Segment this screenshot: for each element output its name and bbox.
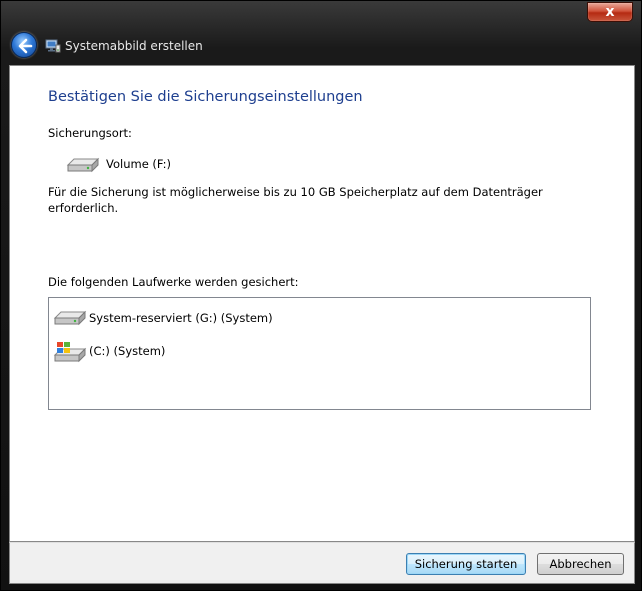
button-bar: Sicherung starten Abbrechen	[9, 542, 635, 584]
backup-app-icon	[45, 39, 61, 53]
drives-list-label: Die folgenden Laufwerke werden gesichert…	[48, 275, 299, 289]
close-button[interactable]: x	[587, 2, 633, 22]
backup-location-label: Sicherungsort:	[48, 126, 132, 140]
page-title: Bestätigen Sie die Sicherungseinstellung…	[48, 89, 363, 105]
hard-drive-icon	[66, 157, 100, 173]
drive-label: (C:) (System)	[89, 344, 166, 358]
content-panel: Bestätigen Sie die Sicherungseinstellung…	[9, 65, 635, 542]
list-item: System-reserviert (G:) (System)	[53, 308, 533, 332]
window-frame: x Systemabbild erstellen Bestätigen Sie …	[0, 0, 642, 591]
hard-drive-icon	[53, 310, 87, 326]
backup-location-drive: Volume (F:)	[106, 157, 171, 171]
windows-drive-icon	[53, 342, 87, 363]
cancel-button[interactable]: Abbrechen	[537, 553, 624, 575]
list-item: (C:) (System)	[53, 341, 533, 365]
start-backup-button[interactable]: Sicherung starten	[406, 553, 526, 575]
drive-label: System-reserviert (G:) (System)	[89, 311, 273, 325]
space-info-text: Für die Sicherung ist möglicherweise bis…	[48, 185, 543, 215]
arrow-left-icon	[18, 38, 33, 54]
drives-list[interactable]: System-reserviert (G:) (System) (C:) (Sy…	[48, 297, 591, 410]
close-icon: x	[605, 4, 615, 20]
back-button[interactable]	[11, 32, 37, 58]
window-title: Systemabbild erstellen	[65, 39, 203, 53]
title-bar: x Systemabbild erstellen	[1, 1, 642, 65]
